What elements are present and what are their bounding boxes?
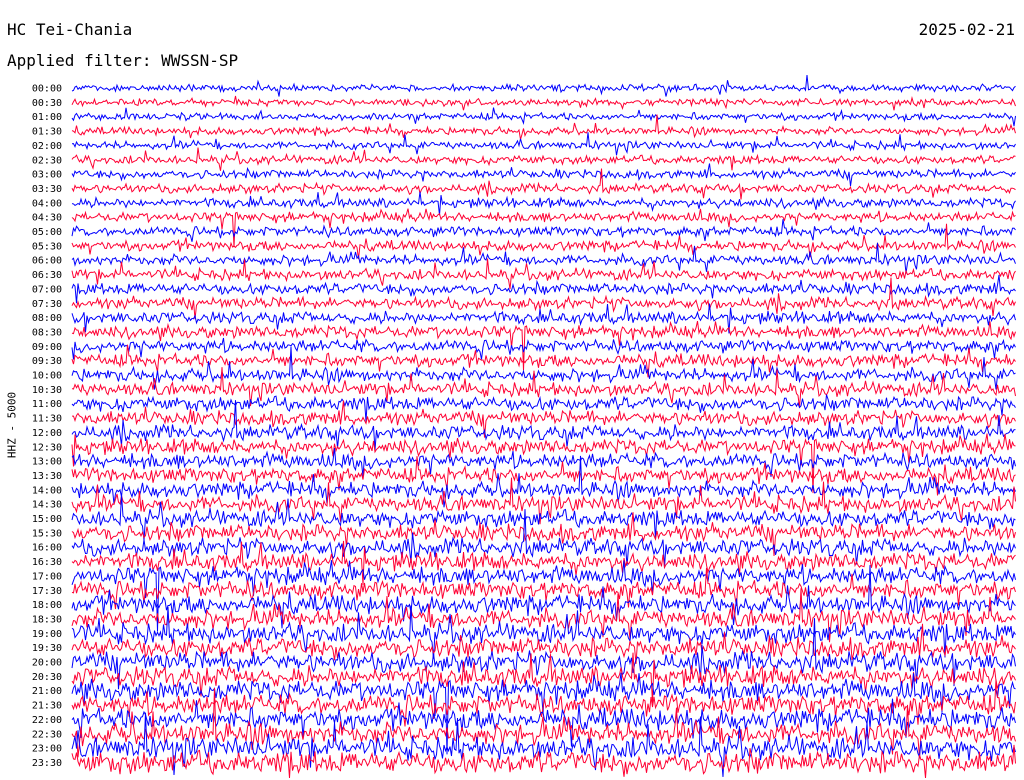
row-time-label: 00:00 (32, 84, 62, 95)
row-time-label: 22:30 (32, 729, 62, 740)
row-time-label: 16:00 (32, 543, 62, 554)
row-time-label: 08:30 (32, 327, 62, 338)
row-time-label: 23:00 (32, 744, 62, 755)
row-time-label: 02:00 (32, 141, 62, 152)
row-time-label: 08:00 (32, 313, 62, 324)
row-time-label: 18:30 (32, 614, 62, 625)
row-time-label: 07:00 (32, 284, 62, 295)
row-time-label: 13:00 (32, 457, 62, 468)
trace-line (71, 132, 1016, 156)
tick-group: 00:00 00:30 01:00 01:30 02:00 02:30 03:00 03:30… (32, 84, 62, 769)
row-time-label: 14:30 (32, 500, 62, 511)
row-time-label: 11:00 (32, 399, 62, 410)
trace-line (71, 344, 1016, 378)
row-time-label: 03:30 (32, 184, 62, 195)
row-time-label: 01:30 (32, 127, 62, 138)
row-time-label: 19:30 (32, 643, 62, 654)
row-time-label: 10:00 (32, 371, 62, 382)
trace-line (71, 208, 1016, 248)
trace-line (71, 163, 1016, 187)
row-time-label: 07:30 (32, 299, 62, 310)
row-time-label: 13:30 (32, 471, 62, 482)
row-time-label: 06:00 (32, 256, 62, 267)
row-time-label: 16:30 (32, 557, 62, 568)
row-time-label: 17:00 (32, 571, 62, 582)
row-time-label: 14:00 (32, 485, 62, 496)
row-time-label: 19:00 (32, 629, 62, 640)
row-time-label: 09:00 (32, 342, 62, 353)
row-time-label: 04:30 (32, 213, 62, 224)
row-time-label: 11:30 (32, 414, 62, 425)
row-time-label: 22:00 (32, 715, 62, 726)
row-time-label: 15:00 (32, 514, 62, 525)
trace-line (71, 219, 1016, 242)
row-time-label: 20:30 (32, 672, 62, 683)
row-time-label: 15:30 (32, 528, 62, 539)
row-time-label: 06:30 (32, 270, 62, 281)
trace-line (71, 147, 1016, 171)
row-time-label: 23:30 (32, 758, 62, 769)
row-time-label: 10:30 (32, 385, 62, 396)
row-time-label: 03:00 (32, 170, 62, 181)
trace-line (71, 303, 1016, 334)
row-time-label: 18:00 (32, 600, 62, 611)
row-time-label: 04:00 (32, 198, 62, 209)
row-time-label: 12:00 (32, 428, 62, 439)
row-time-label: 17:30 (32, 586, 62, 597)
row-time-label: 12:30 (32, 442, 62, 453)
trace-line (71, 74, 1016, 97)
row-time-label: 00:30 (32, 98, 62, 109)
row-time-label: 20:00 (32, 658, 62, 669)
trace-line (71, 95, 1016, 111)
trace-line (71, 191, 1016, 216)
trace-line (71, 337, 1016, 360)
row-time-label: 09:30 (32, 356, 62, 367)
row-time-label: 05:30 (32, 241, 62, 252)
trace-line (71, 433, 1016, 494)
trace-line (71, 346, 1016, 390)
row-time-label: 21:00 (32, 686, 62, 697)
row-time-label: 05:00 (32, 227, 62, 238)
trace-line (71, 223, 1016, 260)
seismogram-plot: 00:00 00:30 01:00 01:30 02:00 02:30 03:00 03:30… (32, 74, 1016, 779)
row-time-label: 21:30 (32, 701, 62, 712)
row-time-label: 01:00 (32, 112, 62, 123)
trace-group (71, 74, 1016, 779)
row-time-label: 02:30 (32, 155, 62, 166)
trace-line (71, 107, 1016, 127)
